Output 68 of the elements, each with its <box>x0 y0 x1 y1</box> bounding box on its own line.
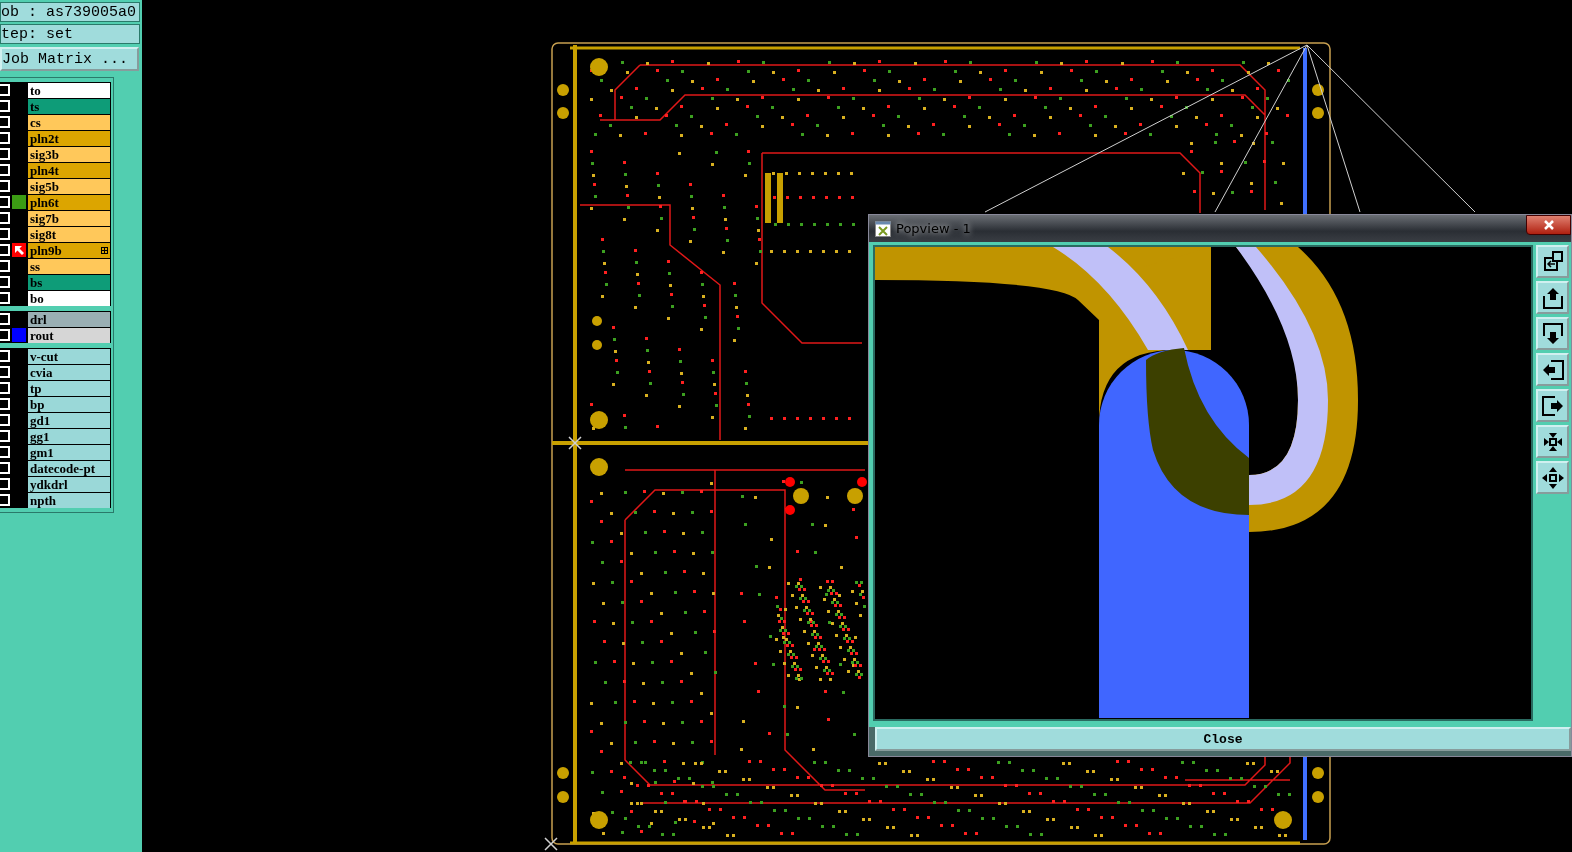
layer-name[interactable]: sig8t <box>28 227 110 242</box>
layer-name[interactable]: sig5b <box>28 179 110 194</box>
layer-checkbox[interactable] <box>0 313 10 325</box>
layer-name[interactable]: ss <box>28 259 110 274</box>
layer-checkbox[interactable] <box>0 430 10 442</box>
layer-name[interactable]: gg1 <box>28 429 110 444</box>
layer-name[interactable]: cvia <box>28 365 110 380</box>
layer-checkbox[interactable] <box>0 84 10 96</box>
close-button[interactable] <box>1526 215 1571 235</box>
layer-checkbox[interactable] <box>0 100 10 112</box>
layer-checkbox[interactable] <box>0 228 10 240</box>
window-title: Popview - 1 <box>896 221 972 236</box>
layer-name[interactable]: pln4t <box>28 163 110 178</box>
layer-checkbox[interactable] <box>0 446 10 458</box>
layer-name[interactable]: drl <box>28 312 110 327</box>
layer-checkbox[interactable] <box>0 329 10 341</box>
layer-name[interactable]: datecode-pt <box>28 461 110 476</box>
toolbar-button[interactable] <box>1536 281 1569 314</box>
close-icon <box>1542 219 1555 231</box>
toolbar-button[interactable] <box>1536 425 1569 458</box>
layer-checkbox[interactable] <box>0 350 10 362</box>
layer-name[interactable]: ts <box>28 99 110 114</box>
toolbar-button[interactable] <box>1536 461 1569 494</box>
layer-name[interactable]: sig7b <box>28 211 110 226</box>
layer-checkbox[interactable] <box>0 244 10 256</box>
layer-checkbox[interactable] <box>0 462 10 474</box>
layer-name[interactable]: pln6t <box>28 195 110 210</box>
layer-checkbox[interactable] <box>0 116 10 128</box>
layer-checkbox[interactable] <box>0 180 10 192</box>
layer-checkbox[interactable] <box>0 132 10 144</box>
layer-name[interactable]: cs <box>28 115 110 130</box>
layer-name[interactable]: pln2t <box>28 131 110 146</box>
layer-name[interactable]: gm1 <box>28 445 110 460</box>
layer-checkbox[interactable] <box>0 164 10 176</box>
layer-checkbox[interactable] <box>0 414 10 426</box>
close-button[interactable]: Close <box>875 727 1571 751</box>
layer-name[interactable]: v-cut <box>28 349 110 364</box>
layer-checkbox[interactable] <box>0 196 10 208</box>
layer-name[interactable]: tp <box>28 381 110 396</box>
grid-icon <box>101 247 108 254</box>
layer-name[interactable]: ydkdrl <box>28 477 110 492</box>
layer-name[interactable]: bo <box>28 291 110 306</box>
job-matrix-button[interactable]: Job Matrix ... <box>0 47 139 71</box>
layer-name[interactable]: to <box>28 83 110 98</box>
layer-checkbox[interactable] <box>0 148 10 160</box>
layer-name[interactable]: rout <box>28 328 110 343</box>
layer-name[interactable]: sig3b <box>28 147 110 162</box>
layer-name[interactable]: pln9b <box>28 243 110 258</box>
layer-name[interactable]: gd1 <box>28 413 110 428</box>
layer-checkbox[interactable] <box>0 276 10 288</box>
x-window-icon <box>875 220 891 237</box>
layer-checkbox[interactable] <box>0 260 10 272</box>
toolbar-button[interactable] <box>1536 389 1569 422</box>
toolbar-button[interactable] <box>1536 317 1569 350</box>
layer-checkbox[interactable] <box>0 212 10 224</box>
step-name-label: tep: set <box>0 24 140 44</box>
layer-name[interactable]: bp <box>28 397 110 412</box>
layer-checkbox[interactable] <box>0 366 10 378</box>
layer-name[interactable]: bs <box>28 275 110 290</box>
job-name-label: ob : as739005a0 <box>0 2 140 22</box>
layer-checkbox[interactable] <box>0 398 10 410</box>
layer-checkbox[interactable] <box>0 478 10 490</box>
layer-checkbox[interactable] <box>0 292 10 304</box>
layer-checkbox[interactable] <box>0 494 10 506</box>
layer-checkbox[interactable] <box>0 382 10 394</box>
layer-name[interactable]: npth <box>28 493 110 508</box>
toolbar-button[interactable] <box>1536 245 1569 278</box>
toolbar-button[interactable] <box>1536 353 1569 386</box>
